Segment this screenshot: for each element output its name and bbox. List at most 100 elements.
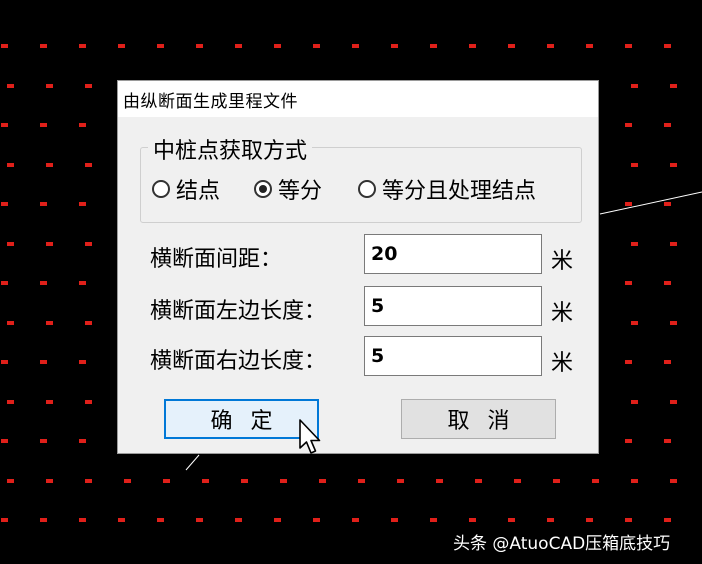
grid-dot xyxy=(430,44,437,48)
grid-dot xyxy=(670,163,677,167)
grid-dot xyxy=(670,84,677,88)
grid-dot xyxy=(664,44,671,48)
grid-dot xyxy=(157,518,164,522)
grid-dot xyxy=(631,400,638,404)
grid-dot xyxy=(1,518,8,522)
grid-dot xyxy=(274,44,281,48)
grid-dot xyxy=(85,242,92,246)
radio-label-equal-division: 等分 xyxy=(278,179,323,204)
grid-dot xyxy=(79,518,86,522)
grid-dot xyxy=(436,479,443,483)
watermark-text: 头条 @AtuoCAD压箱底技巧 xyxy=(453,534,671,554)
right-length-input[interactable] xyxy=(364,336,542,376)
grid-dot xyxy=(313,518,320,522)
grid-dot xyxy=(46,479,53,483)
section-spacing-label: 横断面间距： xyxy=(150,247,283,272)
grid-dot xyxy=(40,123,47,127)
section-spacing-input[interactable] xyxy=(364,234,542,274)
grid-dot xyxy=(670,321,677,325)
grid-dot xyxy=(235,518,242,522)
grid-dot xyxy=(664,518,671,522)
dialog-window: 由纵断面生成里程文件 中桩点获取方式 结点 等分 等分且处理结点 横断面间距： … xyxy=(117,80,599,454)
mouse-pointer-icon xyxy=(299,419,321,454)
grid-dot xyxy=(46,242,53,246)
grid-dot xyxy=(391,44,398,48)
grid-dot xyxy=(475,479,482,483)
radio-option-node[interactable]: 结点 xyxy=(152,176,221,204)
grid-dot xyxy=(85,479,92,483)
grid-dot xyxy=(40,44,47,48)
grid-dot xyxy=(625,360,632,364)
left-length-input[interactable] xyxy=(364,286,542,326)
left-length-unit: 米 xyxy=(551,301,574,326)
grid-dot xyxy=(319,479,326,483)
grid-dot xyxy=(625,123,632,127)
grid-dot xyxy=(547,518,554,522)
right-length-unit: 米 xyxy=(551,351,574,376)
grid-dot xyxy=(196,518,203,522)
grid-dot xyxy=(1,439,8,443)
grid-dot xyxy=(592,479,599,483)
radio-button-icon xyxy=(152,180,170,198)
grid-dot xyxy=(79,439,86,443)
grid-dot xyxy=(670,242,677,246)
cancel-button[interactable]: 取消 xyxy=(401,399,556,439)
grid-dot xyxy=(46,84,53,88)
grid-dot xyxy=(631,479,638,483)
radio-option-equal-division[interactable]: 等分 xyxy=(254,176,323,204)
method-group-title: 中桩点获取方式 xyxy=(148,133,313,165)
grid-dot xyxy=(40,360,47,364)
radio-button-icon xyxy=(358,180,376,198)
grid-dot xyxy=(163,479,170,483)
radio-option-equal-division-process-nodes[interactable]: 等分且处理结点 xyxy=(358,176,536,204)
right-length-label: 横断面右边长度： xyxy=(150,349,327,374)
grid-dot xyxy=(124,479,131,483)
grid-dot xyxy=(664,202,671,206)
grid-dot xyxy=(352,518,359,522)
grid-dot xyxy=(514,479,521,483)
left-length-label: 横断面左边长度： xyxy=(150,299,327,324)
grid-dot xyxy=(7,84,14,88)
grid-dot xyxy=(274,518,281,522)
grid-dot xyxy=(85,84,92,88)
grid-dot xyxy=(118,518,125,522)
grid-dot xyxy=(79,281,86,285)
grid-dot xyxy=(625,439,632,443)
grid-dot xyxy=(625,202,632,206)
grid-dot xyxy=(46,163,53,167)
grid-dot xyxy=(85,321,92,325)
grid-dot xyxy=(40,281,47,285)
ok-button[interactable]: 确定 xyxy=(164,399,319,439)
grid-dot xyxy=(85,400,92,404)
grid-dot xyxy=(397,479,404,483)
grid-dot xyxy=(7,163,14,167)
grid-dot xyxy=(7,400,14,404)
dialog-title-bar[interactable]: 由纵断面生成里程文件 xyxy=(118,81,598,117)
grid-dot xyxy=(664,123,671,127)
grid-dot xyxy=(586,44,593,48)
grid-dot xyxy=(508,518,515,522)
grid-dot xyxy=(235,44,242,48)
grid-dot xyxy=(625,44,632,48)
grid-dot xyxy=(46,400,53,404)
grid-dot xyxy=(631,84,638,88)
grid-dot xyxy=(586,518,593,522)
grid-dot xyxy=(202,479,209,483)
section-spacing-unit: 米 xyxy=(551,249,574,274)
radio-label-node: 结点 xyxy=(176,179,221,204)
cad-line xyxy=(185,454,200,471)
grid-dot xyxy=(1,202,8,206)
grid-dot xyxy=(1,360,8,364)
grid-dot xyxy=(1,44,8,48)
grid-dot xyxy=(358,479,365,483)
grid-dot xyxy=(352,44,359,48)
grid-dot xyxy=(625,518,632,522)
grid-dot xyxy=(46,321,53,325)
grid-dot xyxy=(508,44,515,48)
grid-dot xyxy=(79,44,86,48)
radio-button-selected-icon xyxy=(254,180,272,198)
grid-dot xyxy=(79,202,86,206)
grid-dot xyxy=(553,479,560,483)
grid-dot xyxy=(241,479,248,483)
grid-dot xyxy=(40,439,47,443)
